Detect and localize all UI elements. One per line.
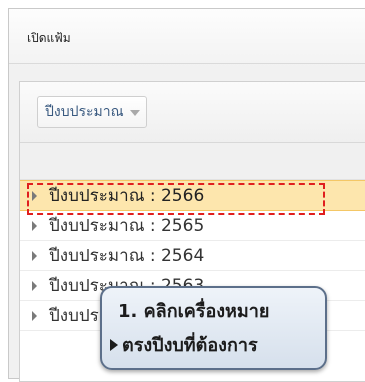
expand-arrow-icon[interactable]: [32, 250, 37, 261]
callout-step-text: 1. คลิกเครื่องหมาย: [118, 301, 270, 322]
expand-arrow-icon[interactable]: [32, 220, 37, 231]
list-item-label: ปีงบประมาณ : 2565: [49, 216, 205, 236]
expand-arrow-icon[interactable]: [32, 280, 37, 291]
group-toolbar: ปีงบประมาณ: [20, 82, 365, 143]
dialog-title: เปิดแฟ้ม: [27, 31, 71, 45]
dialog-titlebar: เปิดแฟ้ม: [9, 9, 365, 64]
chevron-down-icon[interactable]: [129, 110, 140, 116]
list-item-label: ปีงบประมาณ : 2564: [49, 246, 205, 266]
group-by-label: ปีงบประมาณ: [45, 104, 124, 120]
expand-arrow-icon[interactable]: [32, 190, 37, 201]
instruction-callout: 1. คลิกเครื่องหมาย ตรงปีงบที่ต้องการ: [100, 286, 327, 370]
list-header: [20, 143, 365, 180]
callout-detail-text: ตรงปีงบที่ต้องการ: [122, 335, 258, 356]
list-item-label: ปีงบประมาณ : 2566: [49, 186, 205, 206]
list-item[interactable]: ปีงบประมาณ : 2566: [20, 180, 365, 211]
list-item[interactable]: ปีงบประมาณ : 2564: [20, 241, 365, 271]
list-item[interactable]: ปีงบประมาณ : 2565: [20, 211, 365, 241]
group-by-dropdown[interactable]: ปีงบประมาณ: [37, 96, 147, 128]
callout-detail: ตรงปีงบที่ต้องการ: [110, 330, 258, 359]
triangle-right-icon: [110, 338, 118, 351]
expand-arrow-icon[interactable]: [32, 310, 37, 321]
